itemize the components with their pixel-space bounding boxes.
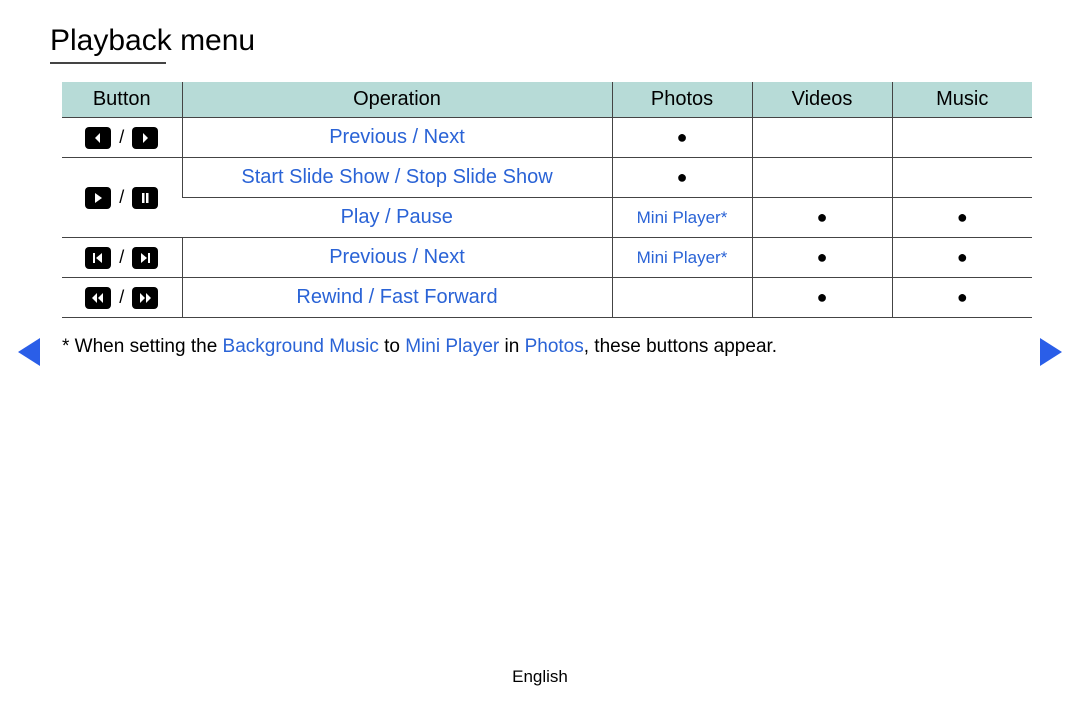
pause-icon: [132, 187, 158, 209]
slash: /: [119, 287, 124, 308]
videos-cell: [752, 118, 892, 158]
operation-cell: Play / Pause: [182, 198, 612, 238]
button-cell-skip: /: [62, 238, 182, 278]
operation-cell: Previous / Next: [182, 238, 612, 278]
videos-cell: [752, 158, 892, 198]
table-row: / Previous / Next Mini Player* ● ●: [62, 238, 1032, 278]
button-cell-play-pause: /: [62, 158, 182, 238]
table-row: / Start Slide Show / Stop Slide Show ●: [62, 158, 1032, 198]
operation-cell: Start Slide Show / Stop Slide Show: [182, 158, 612, 198]
photos-cell: [612, 278, 752, 318]
footnote-text: in: [499, 336, 524, 357]
page-title: Playback menu: [50, 24, 1032, 58]
footer-language: English: [0, 667, 1080, 687]
button-cell-left-right: /: [62, 118, 182, 158]
header-photos: Photos: [612, 82, 752, 118]
music-cell: ●: [892, 278, 1032, 318]
operation-cell: Previous / Next: [182, 118, 612, 158]
slash: /: [119, 187, 124, 208]
music-cell: [892, 118, 1032, 158]
chevron-right-icon: [132, 127, 158, 149]
skip-previous-icon: [85, 247, 111, 269]
music-cell: [892, 158, 1032, 198]
playback-table: Button Operation Photos Videos Music /: [62, 82, 1018, 318]
music-cell: ●: [892, 238, 1032, 278]
button-cell-rewind-ff: /: [62, 278, 182, 318]
header-videos: Videos: [752, 82, 892, 118]
videos-cell: ●: [752, 198, 892, 238]
footnote-text: , these buttons appear.: [584, 336, 777, 357]
operation-cell: Rewind / Fast Forward: [182, 278, 612, 318]
footnote: * When setting the Background Music to M…: [62, 336, 1018, 358]
title-underline: [50, 62, 166, 64]
videos-cell: ●: [752, 238, 892, 278]
footnote-bg-music: Background Music: [223, 336, 379, 357]
chevron-left-icon: [85, 127, 111, 149]
fast-forward-icon: [132, 287, 158, 309]
skip-next-icon: [132, 247, 158, 269]
photos-cell: Mini Player*: [612, 198, 752, 238]
footnote-mini-player: Mini Player: [405, 336, 499, 357]
footnote-text: * When setting the: [62, 336, 223, 357]
footnote-photos: Photos: [525, 336, 584, 357]
music-cell: ●: [892, 198, 1032, 238]
header-operation: Operation: [182, 82, 612, 118]
rewind-icon: [85, 287, 111, 309]
photos-cell: ●: [612, 118, 752, 158]
header-button: Button: [62, 82, 182, 118]
nav-next-icon[interactable]: [1040, 338, 1062, 366]
table-row: / Rewind / Fast Forward ● ●: [62, 278, 1032, 318]
table-row: Play / Pause Mini Player* ● ●: [62, 198, 1032, 238]
table-header-row: Button Operation Photos Videos Music: [62, 82, 1032, 118]
header-music: Music: [892, 82, 1032, 118]
play-icon: [85, 187, 111, 209]
photos-cell: Mini Player*: [612, 238, 752, 278]
photos-cell: ●: [612, 158, 752, 198]
footnote-text: to: [379, 336, 405, 357]
nav-previous-icon[interactable]: [18, 338, 40, 366]
slash: /: [119, 127, 124, 148]
table-row: / Previous / Next ●: [62, 118, 1032, 158]
slash: /: [119, 247, 124, 268]
videos-cell: ●: [752, 278, 892, 318]
